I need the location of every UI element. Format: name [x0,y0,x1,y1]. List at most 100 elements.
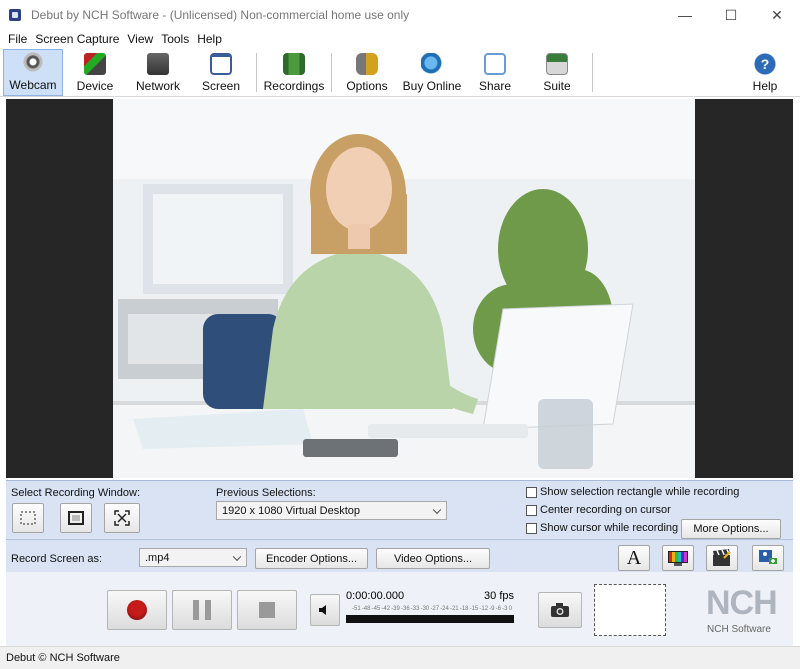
elapsed-time: 0:00:00.000 [346,590,405,602]
nch-logo: NCH NCH Software [706,584,790,640]
level-scale-tick: -48 [361,606,371,612]
pause-icon [193,600,211,620]
menu-view[interactable]: View [123,32,157,46]
checkbox-box[interactable] [526,486,537,498]
nch-logo-text: NCH [706,584,778,622]
suite-icon [546,53,568,75]
minimize-button[interactable]: — [662,0,708,30]
record-icon [127,600,147,620]
stop-icon [259,602,275,618]
suite-label: Suite [543,79,571,93]
status-bar: Debut © NCH Software [0,646,800,669]
level-scale-tick: -36 [400,606,410,612]
encoder-options-button[interactable]: Encoder Options... [255,548,368,569]
level-scale-tick: -24 [440,606,449,612]
volume-button[interactable] [310,594,340,626]
level-scale-tick: -9 [489,606,495,612]
checkbox-box[interactable] [526,522,537,534]
clapperboard-icon [713,549,731,566]
main-toolbar: Webcam Device Network Screen Recordings … [0,49,800,97]
format-value: .mp4 [145,551,170,564]
share-button[interactable]: Share [465,49,525,96]
previous-selections-label: Previous Selections: [216,487,316,499]
menu-file[interactable]: File [4,32,31,46]
recordings-button[interactable]: Recordings [260,49,328,96]
center-on-cursor-label: Center recording on cursor [540,504,671,516]
toolbar-separator [256,53,257,92]
toolbar-separator [331,53,332,92]
buy-online-label: Buy Online [402,79,462,93]
select-window-button[interactable] [60,503,92,533]
level-scale-tick: -45 [371,606,381,612]
menu-tools[interactable]: Tools [157,32,193,46]
chevron-down-icon [232,552,242,561]
help-button[interactable]: ? Help [736,49,794,96]
network-camera-icon [147,53,169,75]
level-scale-tick: -51 [352,606,361,612]
show-selection-rect-label: Show selection rectangle while recording [540,486,740,498]
video-preview [6,99,793,478]
stop-button[interactable] [237,590,297,630]
level-scale-tick: -6 [495,606,501,612]
window-select-icon [68,511,84,525]
options-label: Options [346,79,388,93]
level-scale-tick: -3 [502,606,508,612]
more-options-button[interactable]: More Options... [681,519,781,539]
nch-logo-caption: NCH Software [707,624,771,635]
options-button[interactable]: Options [335,49,399,96]
screen-icon [210,53,232,75]
watermark-button[interactable] [752,545,784,571]
record-button[interactable] [107,590,167,630]
webcam-label: Webcam [9,78,57,92]
center-on-cursor-checkbox[interactable]: Center recording on cursor [526,504,671,516]
webcam-button[interactable]: Webcam [3,49,63,96]
text-caption-button[interactable]: A [618,545,650,571]
webcam-icon [22,52,44,74]
screen-button[interactable]: Screen [189,49,253,96]
checkbox-box[interactable] [526,504,537,516]
menu-screen-capture[interactable]: Screen Capture [31,32,123,46]
level-scale-tick: -39 [391,606,400,612]
share-icon [484,53,506,75]
network-label: Network [135,79,180,93]
video-options-button[interactable]: Video Options... [376,548,490,569]
device-button[interactable]: Device [63,49,127,96]
recording-controls: 0:00:00.000 30 fps -51 -48 -45 -42 -39 -36 -33… [6,572,793,646]
show-selection-rect-checkbox[interactable]: Show selection rectangle while recording [526,486,739,498]
network-button[interactable]: Network [127,49,189,96]
recordings-label: Recordings [263,79,325,93]
help-icon: ? [754,53,776,75]
window-controls: — ☐ ✕ [662,0,800,30]
close-button[interactable]: ✕ [754,0,800,30]
previous-selections-dropdown[interactable]: 1920 x 1080 Virtual Desktop [216,501,447,520]
camera-icon [551,603,569,617]
format-dropdown[interactable]: .mp4 [139,548,247,567]
mini-preview [594,584,666,636]
suite-button[interactable]: Suite [525,49,589,96]
chevron-down-icon [432,505,442,514]
text-caption-icon: A [626,546,642,569]
level-scale-tick: -15 [469,606,479,612]
toolbar-separator [592,53,593,92]
globe-icon [421,53,443,75]
select-region-button[interactable] [12,503,44,533]
show-cursor-checkbox[interactable]: Show cursor while recording [526,522,678,534]
audio-level-meter [346,615,514,623]
fullscreen-select-button[interactable] [104,503,140,533]
wrench-icon [356,53,378,75]
title-bar: Debut by NCH Software - (Unlicensed) Non… [0,0,800,30]
film-icon [283,53,305,75]
video-effects-button[interactable] [706,545,738,571]
buy-online-button[interactable]: Buy Online [399,49,465,96]
region-select-icon [20,511,36,525]
level-scale-tick: -12 [479,606,489,612]
window-title: Debut by NCH Software - (Unlicensed) Non… [31,8,410,22]
pause-button[interactable] [172,590,232,630]
screen-label: Screen [201,79,241,93]
color-adjust-button[interactable] [662,545,694,571]
maximize-button[interactable]: ☐ [708,0,754,30]
snapshot-button[interactable] [538,592,582,628]
fullscreen-icon [114,510,130,526]
menu-help[interactable]: Help [193,32,226,46]
